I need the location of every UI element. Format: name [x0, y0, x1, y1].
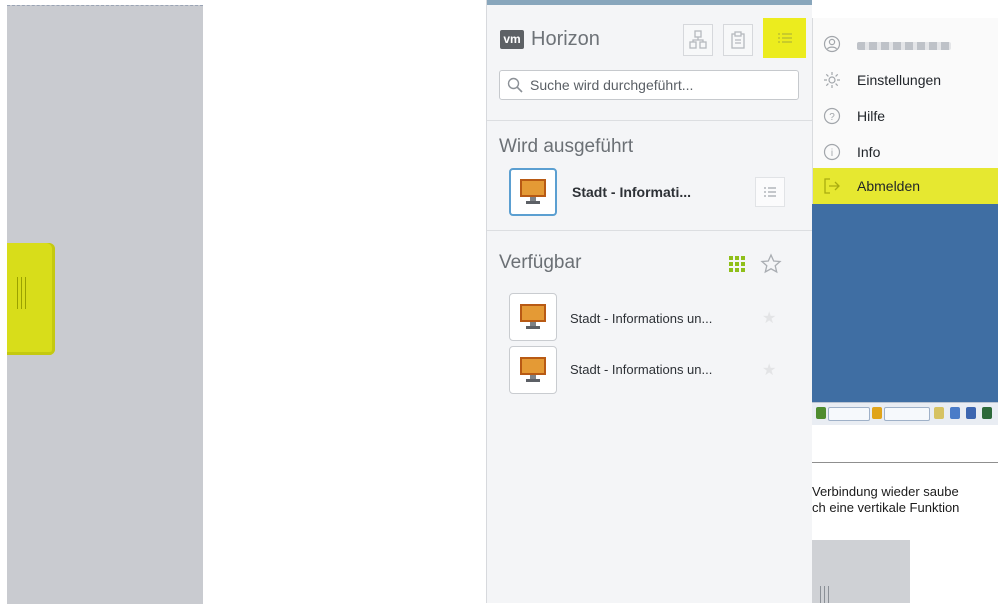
- folder-icon: [934, 407, 944, 419]
- app-icon: [950, 407, 960, 419]
- divider: [487, 230, 812, 231]
- network-icon: [689, 30, 707, 49]
- gear-icon: [824, 72, 840, 88]
- desktop-icon: [520, 179, 546, 204]
- grip-icon: [820, 586, 832, 603]
- list-menu-icon: [777, 33, 792, 43]
- remote-taskbar: [812, 402, 998, 425]
- app-title: Horizon: [531, 28, 600, 50]
- bottom-collapsed-panel[interactable]: [812, 540, 910, 603]
- menu-item-label: Abmelden: [857, 178, 921, 194]
- running-desktop-icon[interactable]: [509, 168, 557, 216]
- remote-desktop-window: [812, 204, 998, 402]
- user-name-blurred: [857, 42, 951, 50]
- menu-item-help[interactable]: ? Hilfe: [813, 98, 998, 134]
- document-rule: [812, 462, 998, 463]
- taskbar-button: [828, 407, 870, 421]
- app-icon: [872, 407, 882, 419]
- desktop-icon: [520, 357, 546, 382]
- menu-item-info[interactable]: i Info: [813, 134, 998, 170]
- grip-icon: [17, 277, 29, 309]
- list-menu-icon: [764, 187, 776, 197]
- menu-button[interactable]: [763, 18, 806, 58]
- available-desktop-icon[interactable]: [509, 346, 557, 394]
- available-desktop-icon[interactable]: [509, 293, 557, 341]
- collapsed-sidebar-strip: [7, 5, 203, 604]
- logout-icon: [824, 178, 840, 194]
- search-placeholder: Suche wird durchgeführt...: [530, 77, 694, 93]
- app-icon: [966, 407, 976, 419]
- sidebar-expand-handle[interactable]: [7, 243, 55, 355]
- svg-text:?: ?: [829, 112, 835, 123]
- clipboard-button[interactable]: [723, 24, 753, 56]
- user-icon: [823, 35, 841, 53]
- taskbar-button: [884, 407, 930, 421]
- panel-top-bar: [487, 0, 812, 5]
- running-desktop-name[interactable]: Stadt - Informati...: [572, 184, 691, 200]
- document-text-line: ch eine vertikale Funktion: [812, 500, 960, 515]
- account-dropdown-menu: Einstellungen ? Hilfe i Info Abmelden: [812, 18, 998, 204]
- clipboard-icon: [731, 31, 745, 49]
- desktop-icon: [520, 304, 546, 329]
- favorites-star-icon[interactable]: [760, 253, 782, 275]
- menu-item-label: Einstellungen: [857, 72, 942, 88]
- help-icon: ?: [823, 107, 841, 125]
- document-text-line: Verbindung wieder saube: [812, 484, 959, 499]
- favorite-star-icon[interactable]: ★: [762, 308, 776, 328]
- running-desktop-menu-button[interactable]: [755, 177, 785, 207]
- menu-item-label: Info: [857, 144, 881, 160]
- menu-item-label: Hilfe: [857, 108, 886, 124]
- available-desktop-name[interactable]: Stadt - Informations un...: [570, 311, 712, 326]
- menu-item-settings[interactable]: Einstellungen: [813, 62, 998, 98]
- grid-view-icon[interactable]: [729, 256, 745, 272]
- vmware-logo: vm: [500, 30, 524, 49]
- favorite-star-icon[interactable]: ★: [762, 360, 776, 380]
- running-section-title: Wird ausgeführt: [499, 136, 634, 157]
- menu-item-logout[interactable]: Abmelden: [813, 168, 998, 204]
- horizon-panel: vm Horizon Suche wird durchgeführt... Wi…: [486, 0, 812, 603]
- search-icon: [507, 77, 523, 93]
- start-icon: [816, 407, 826, 419]
- app-icon: [982, 407, 992, 419]
- available-desktop-name[interactable]: Stadt - Informations un...: [570, 362, 712, 377]
- divider: [487, 120, 812, 121]
- network-button[interactable]: [683, 24, 713, 56]
- available-section-title: Verfügbar: [499, 252, 582, 273]
- search-input[interactable]: Suche wird durchgeführt...: [499, 70, 799, 100]
- svg-text:i: i: [831, 148, 833, 159]
- user-row: [813, 26, 998, 62]
- info-icon: i: [823, 143, 841, 161]
